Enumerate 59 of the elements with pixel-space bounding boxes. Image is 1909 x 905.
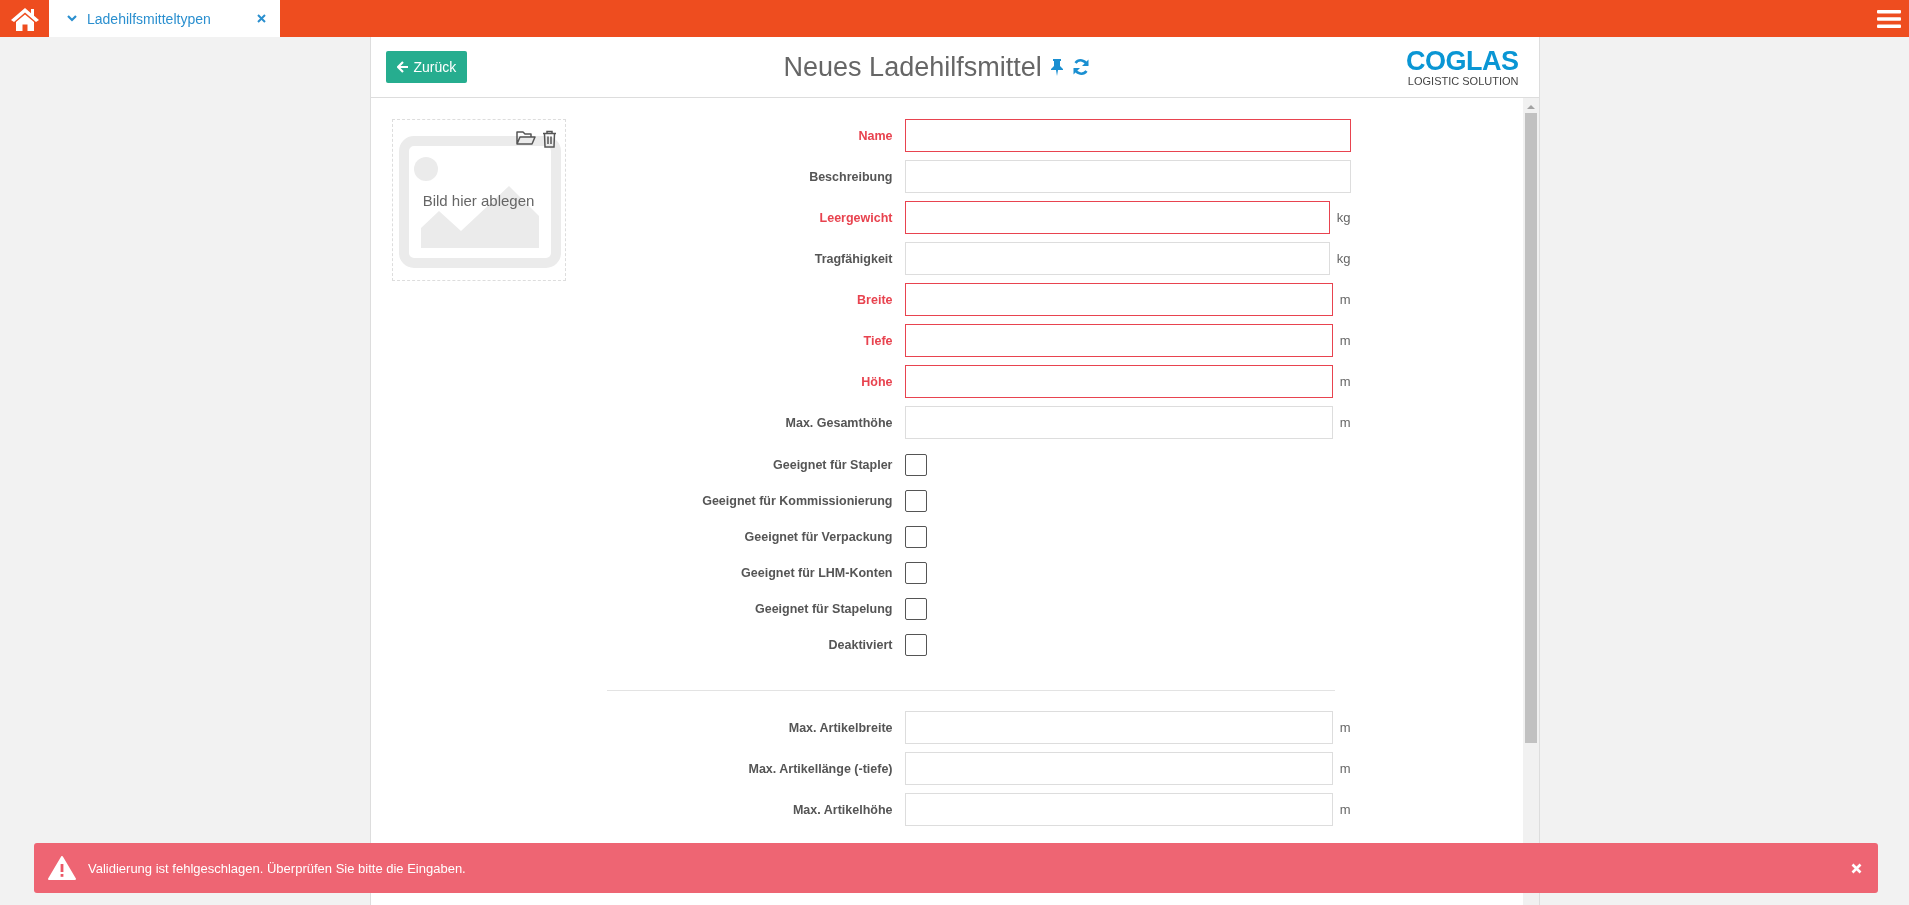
close-button[interactable] bbox=[1851, 862, 1862, 874]
drop-hint: Bild hier ablegen bbox=[422, 191, 535, 209]
field-label: Breite bbox=[856, 292, 893, 307]
checkbox[interactable] bbox=[904, 526, 927, 548]
input-field[interactable] bbox=[904, 201, 1330, 234]
input-field[interactable] bbox=[904, 119, 1351, 152]
pin-icon[interactable] bbox=[1049, 58, 1064, 76]
field-label: Tiefe bbox=[862, 333, 893, 348]
field-label: Max. Gesamthöhe bbox=[784, 415, 893, 430]
input-field[interactable] bbox=[904, 283, 1333, 316]
logo-tagline: LOGISTIC SOLUTION bbox=[1407, 75, 1519, 87]
field-label: Max. Artikelbreite bbox=[787, 720, 893, 735]
field-label: Leergewicht bbox=[818, 210, 893, 225]
checkbox-label: Geeignet für LHM-Konten bbox=[740, 566, 893, 580]
home-icon bbox=[9, 5, 40, 32]
arrow-left-icon bbox=[396, 61, 409, 73]
menu-icon bbox=[1877, 8, 1901, 29]
checkbox-label: Deaktiviert bbox=[827, 638, 893, 652]
checkbox[interactable] bbox=[904, 598, 927, 620]
unit-label: m bbox=[1339, 374, 1351, 389]
unit-label: m bbox=[1339, 720, 1351, 735]
image-placeholder-icon bbox=[398, 136, 561, 268]
close-icon[interactable] bbox=[257, 14, 266, 23]
toast-message: Validierung ist fehlgeschlagen. Überprüfen Sie bitte die Eingaben. bbox=[88, 860, 467, 876]
checkbox[interactable] bbox=[904, 562, 927, 584]
checkbox-label: Geeignet für Verpackung bbox=[743, 530, 893, 544]
scroll-up-icon[interactable] bbox=[1526, 104, 1535, 110]
image-drop-zone[interactable]: Bild hier ablegen bbox=[391, 119, 566, 281]
input-field[interactable] bbox=[904, 324, 1333, 357]
unit-label: m bbox=[1339, 292, 1351, 307]
checkbox[interactable] bbox=[904, 634, 927, 656]
unit-label: kg bbox=[1336, 210, 1351, 225]
field-label: Max. Artikellänge (-tiefe) bbox=[747, 761, 893, 776]
unit-label: m bbox=[1339, 333, 1351, 348]
unit-label: kg bbox=[1336, 251, 1351, 266]
checkbox[interactable] bbox=[904, 490, 927, 512]
checkbox-label: Geeignet für Kommissionierung bbox=[701, 494, 893, 508]
checkbox-label: Geeignet für Stapelung bbox=[754, 602, 893, 616]
field-label: Beschreibung bbox=[808, 169, 893, 184]
refresh-icon[interactable] bbox=[1071, 58, 1090, 76]
tab[interactable]: Ladehilfsmitteltypen bbox=[49, 0, 280, 37]
chevron-icon bbox=[67, 15, 77, 22]
input-field[interactable] bbox=[904, 365, 1333, 398]
folder-icon[interactable] bbox=[515, 130, 536, 146]
back-button[interactable]: Zurück bbox=[385, 51, 468, 83]
page-title: Neues Ladehilfsmittel bbox=[783, 51, 1042, 83]
trash-icon[interactable] bbox=[541, 130, 557, 148]
unit-label: m bbox=[1339, 761, 1351, 776]
checkbox[interactable] bbox=[904, 454, 927, 476]
logo-wordmark: COGLAS bbox=[1406, 47, 1519, 75]
unit-label: m bbox=[1339, 415, 1351, 430]
field-label: Max. Artikelhöhe bbox=[791, 802, 893, 817]
field-label: Höhe bbox=[860, 374, 893, 389]
warning-icon bbox=[48, 856, 76, 880]
checkbox-label: Geeignet für Stapler bbox=[772, 458, 893, 472]
field-label: Tragfähigkeit bbox=[813, 251, 893, 266]
unit-label: m bbox=[1339, 802, 1351, 817]
field-label: Name bbox=[857, 128, 893, 143]
scrollbar[interactable] bbox=[1522, 98, 1539, 905]
